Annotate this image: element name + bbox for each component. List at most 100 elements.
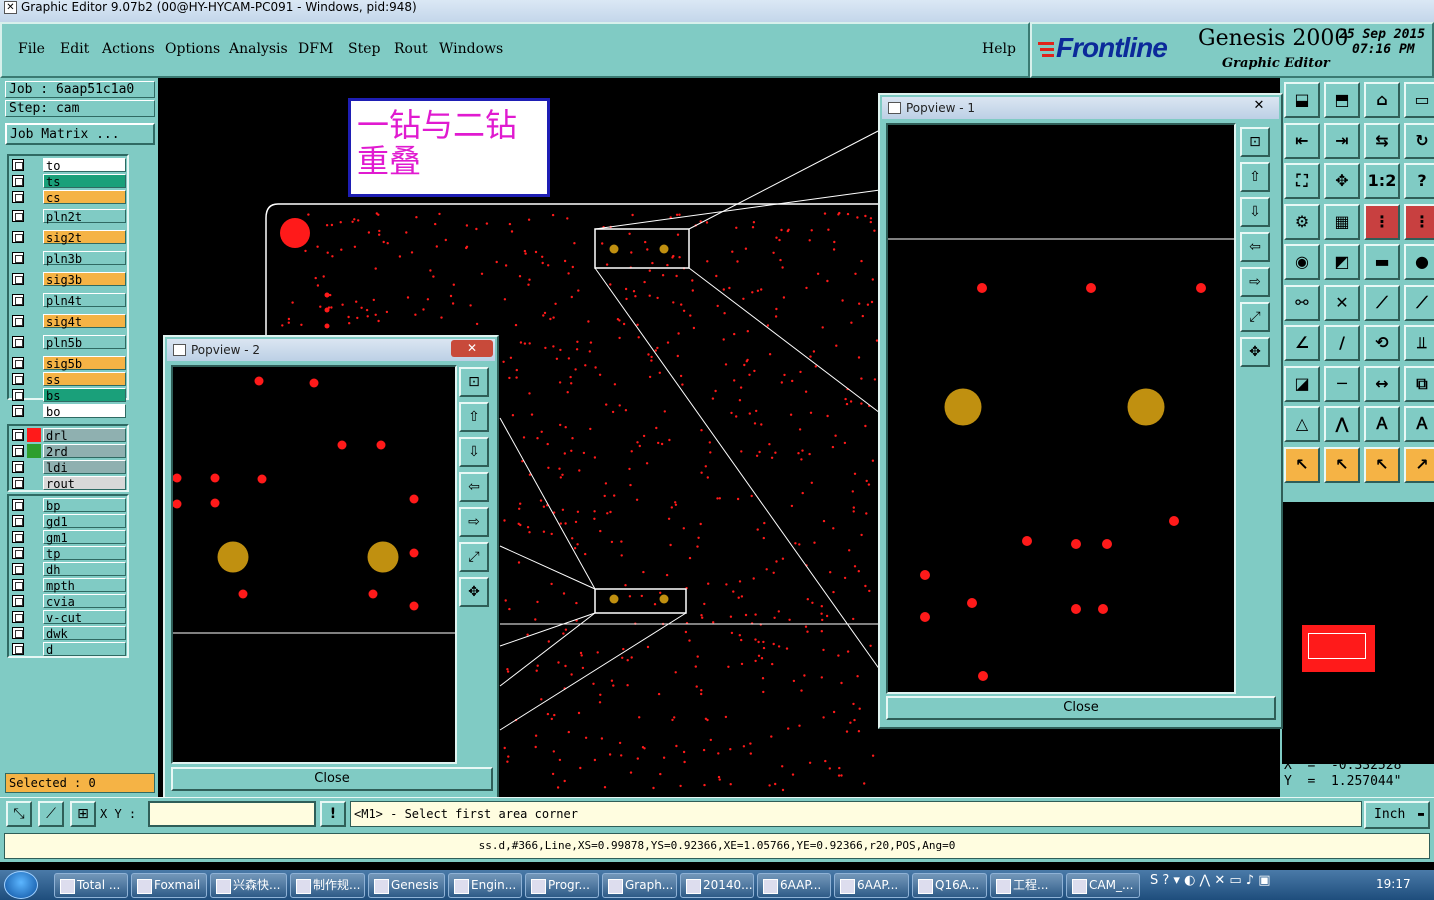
- swap-icon[interactable]: ⇆: [1364, 122, 1400, 159]
- layer-label[interactable]: dh: [43, 562, 126, 577]
- layer-checkbox[interactable]: [12, 611, 24, 623]
- fit-icon[interactable]: ⤢: [459, 542, 489, 572]
- layer-checkbox[interactable]: [12, 252, 24, 264]
- menu-analysis[interactable]: Analysis: [229, 41, 288, 57]
- layer-checkbox[interactable]: [12, 373, 24, 385]
- arrow-up-alt-icon[interactable]: Ａ: [1404, 406, 1434, 442]
- layer-row-sig3b[interactable]: sig3b: [9, 271, 127, 287]
- pan-left-icon[interactable]: ⇦: [1240, 232, 1270, 262]
- diagonal-icon[interactable]: /: [1324, 325, 1360, 361]
- layer-checkbox[interactable]: [12, 461, 24, 473]
- layer-row-pln5b[interactable]: pln5b: [9, 334, 127, 350]
- link-icon[interactable]: ⟋: [1364, 284, 1400, 321]
- layer-checkbox[interactable]: [12, 336, 24, 348]
- layers-alt-icon[interactable]: ⋮: [1404, 203, 1434, 240]
- layer-row-bo[interactable]: bo: [9, 403, 127, 419]
- layer-checkbox[interactable]: [12, 175, 24, 187]
- layer-row-bs[interactable]: bs: [9, 387, 127, 403]
- layer-checkbox[interactable]: [12, 477, 24, 489]
- layer-label[interactable]: drl: [43, 428, 126, 443]
- select-icon[interactable]: ↖: [1284, 446, 1320, 483]
- menu-actions[interactable]: Actions: [102, 41, 155, 57]
- layer-row-mpth[interactable]: mpth: [9, 577, 127, 593]
- taskbar-item[interactable]: Q16A...: [912, 873, 987, 898]
- layer-row-gd1[interactable]: gd1: [9, 513, 127, 529]
- layers-icon[interactable]: ⋮: [1364, 203, 1400, 240]
- move-bottom-icon[interactable]: ⬒: [1324, 82, 1360, 118]
- pan-right-icon[interactable]: ⇨: [459, 507, 489, 537]
- line-icon[interactable]: ∠: [1284, 325, 1320, 361]
- layer-label[interactable]: tp: [43, 546, 126, 561]
- scale-1-2-icon[interactable]: 1:2: [1364, 163, 1400, 199]
- layer-label[interactable]: rout: [43, 476, 126, 491]
- drill-icon[interactable]: ◉: [1284, 244, 1320, 280]
- layer-checkbox[interactable]: [12, 405, 24, 417]
- pan-up-icon[interactable]: ⇧: [1240, 162, 1270, 192]
- segment-icon[interactable]: ─: [1324, 365, 1360, 402]
- layer-label[interactable]: d: [43, 642, 126, 657]
- layer-checkbox[interactable]: [12, 643, 24, 655]
- fit-icon[interactable]: ⤢: [1240, 302, 1270, 332]
- close-icon[interactable]: ✕: [451, 340, 493, 357]
- layer-row-bp[interactable]: bp: [9, 497, 127, 513]
- popview-1-close-button[interactable]: Close: [886, 696, 1276, 720]
- peak-icon[interactable]: ⋀: [1324, 406, 1360, 442]
- layer-checkbox[interactable]: [12, 294, 24, 306]
- layer-label[interactable]: sig2t: [43, 230, 126, 245]
- overview-viewport[interactable]: [1308, 633, 1366, 659]
- layer-label[interactable]: gd1: [43, 514, 126, 529]
- layer-checkbox[interactable]: [12, 531, 24, 543]
- layer-label[interactable]: pln4t: [43, 293, 126, 308]
- layer-row-rout[interactable]: rout: [9, 475, 127, 491]
- fit-screen-icon[interactable]: ⛶: [1284, 163, 1320, 199]
- popview-2-close-button[interactable]: Close: [171, 767, 493, 791]
- help-icon[interactable]: ?: [1404, 163, 1434, 199]
- send-left-icon[interactable]: ⇤: [1284, 122, 1320, 159]
- layer-checkbox[interactable]: [12, 159, 24, 171]
- pan-down-icon[interactable]: ⇩: [1240, 197, 1270, 227]
- ruler-icon[interactable]: ▬: [1364, 244, 1400, 280]
- layer-checkbox[interactable]: [12, 273, 24, 285]
- layer-checkbox[interactable]: [12, 389, 24, 401]
- layer-row-ldi[interactable]: ldi: [9, 459, 127, 475]
- menu-step[interactable]: Step: [348, 41, 380, 57]
- cross-icon[interactable]: ✕: [1324, 284, 1360, 321]
- layer-checkbox[interactable]: [12, 429, 24, 441]
- color-icon[interactable]: ◩: [1324, 244, 1360, 280]
- grid-icon[interactable]: ⊞: [70, 801, 96, 827]
- group-icon[interactable]: ⧉: [1404, 365, 1434, 402]
- pad-icon[interactable]: ◪: [1284, 365, 1320, 402]
- connect-icon[interactable]: ⚯: [1284, 284, 1320, 321]
- taskbar-item[interactable]: Genesis: [368, 873, 445, 898]
- layer-row-tp[interactable]: tp: [9, 545, 127, 561]
- taskbar-item[interactable]: CAM_...: [1066, 873, 1140, 898]
- home-icon[interactable]: ⌂: [1364, 82, 1400, 118]
- close-icon[interactable]: ✕: [1249, 98, 1269, 115]
- layer-label[interactable]: gm1: [43, 530, 126, 545]
- pan-right-icon[interactable]: ⇨: [1240, 267, 1270, 297]
- layer-checkbox[interactable]: [12, 579, 24, 591]
- layer-row-to[interactable]: to: [9, 157, 127, 173]
- taskbar-item[interactable]: 6AAP...: [757, 873, 831, 898]
- menu-options[interactable]: Options: [165, 41, 220, 57]
- popview-1-view[interactable]: [886, 123, 1236, 694]
- taskbar-item[interactable]: Total ...: [54, 873, 128, 898]
- expand-icon[interactable]: ✥: [459, 577, 489, 607]
- menu-windows[interactable]: Windows: [439, 41, 503, 57]
- move-top-icon[interactable]: ⬓: [1284, 82, 1320, 118]
- taskbar-item[interactable]: 制作规...: [290, 873, 365, 898]
- layer-row-drl[interactable]: drl: [9, 427, 127, 443]
- layer-row-cs[interactable]: cs: [9, 189, 127, 205]
- alert-icon[interactable]: !: [320, 801, 346, 827]
- layer-label[interactable]: sig4t: [43, 314, 126, 329]
- menu-rout[interactable]: Rout: [394, 41, 428, 57]
- layer-row-dwk[interactable]: dwk: [9, 625, 127, 641]
- pan-down-icon[interactable]: ⇩: [459, 437, 489, 467]
- layer-label[interactable]: bo: [43, 404, 126, 419]
- layer-label[interactable]: mpth: [43, 578, 126, 593]
- job-matrix-button[interactable]: Job Matrix ...: [5, 123, 155, 145]
- grid-icon[interactable]: ▦: [1324, 203, 1360, 240]
- expand-icon[interactable]: ✥: [1240, 337, 1270, 367]
- link-alt-icon[interactable]: ⟋: [1404, 284, 1434, 321]
- taskbar-item[interactable]: Graph...: [602, 873, 677, 898]
